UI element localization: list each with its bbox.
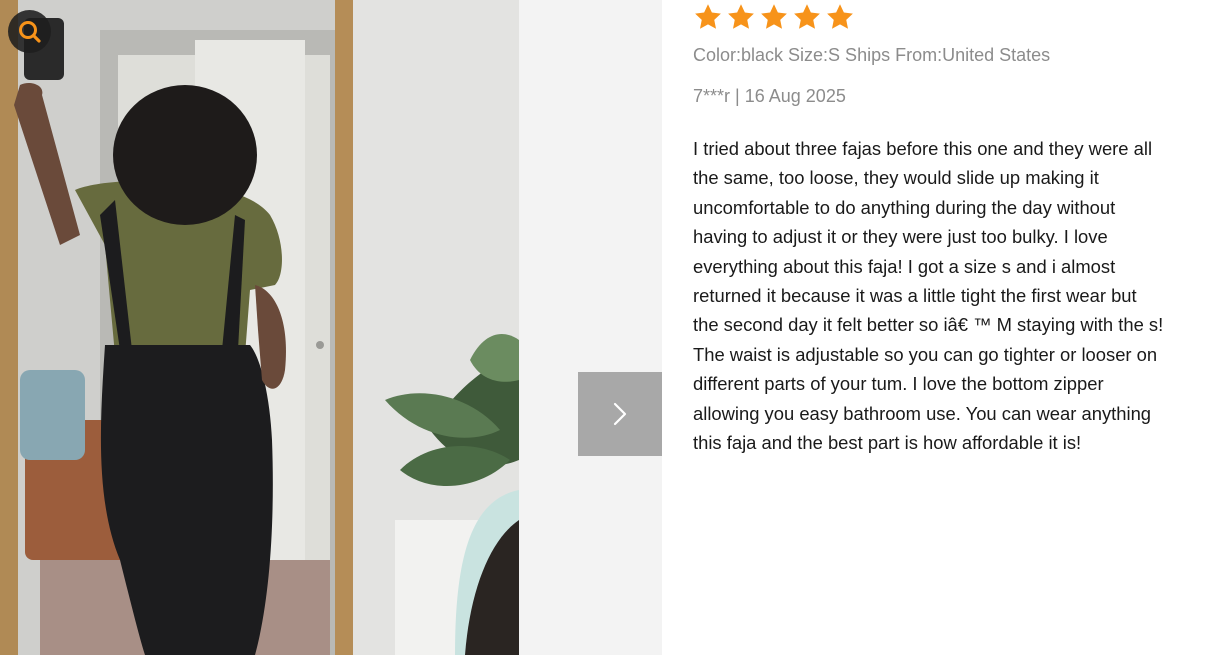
review-photo-image <box>0 0 519 655</box>
review-photo[interactable] <box>0 0 519 655</box>
star-icon <box>792 2 822 32</box>
search-icon <box>18 20 41 43</box>
review-photo-panel <box>0 0 662 655</box>
product-variant-info: Color:black Size:S Ships From:United Sta… <box>693 45 1051 65</box>
reviewer-name: 7***r <box>693 86 731 106</box>
review-text: I tried about three fajas before this on… <box>693 138 1164 454</box>
review-content: Color:black Size:S Ships From:United Sta… <box>693 0 1193 655</box>
separator: | <box>735 86 745 106</box>
star-icon <box>759 2 789 32</box>
review-date: 16 Aug 2025 <box>744 86 846 106</box>
star-icon <box>825 2 855 32</box>
star-icon <box>693 2 723 32</box>
reviewer-line: 7***r | 16 Aug 2025 <box>693 86 846 107</box>
star-rating <box>693 2 855 32</box>
zoom-button[interactable] <box>8 10 51 53</box>
chevron-right-icon <box>613 402 627 426</box>
star-icon <box>726 2 756 32</box>
next-image-button[interactable] <box>578 372 662 456</box>
